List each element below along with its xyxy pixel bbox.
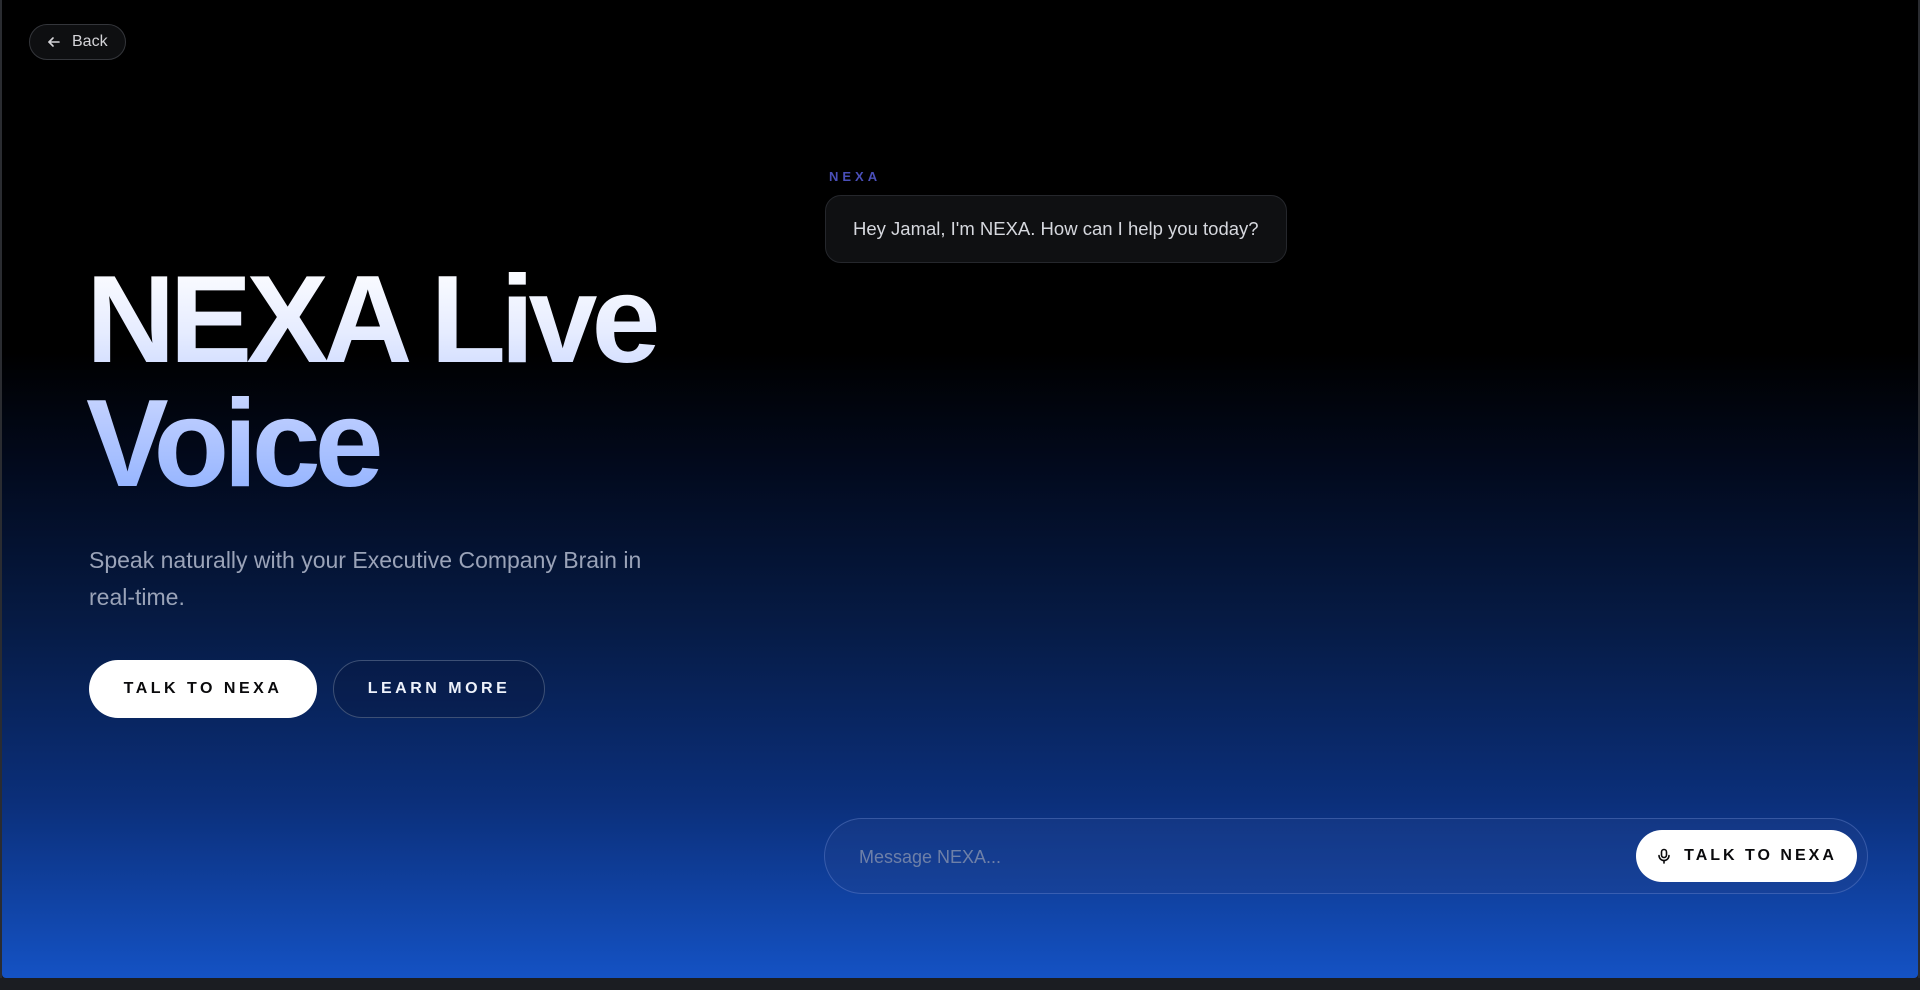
arrow-left-icon <box>46 34 62 50</box>
back-button[interactable]: Back <box>29 24 126 60</box>
hero-title-line1: NEXA Live <box>86 251 655 389</box>
microphone-icon <box>1656 848 1672 864</box>
chat-sender-label: NEXA <box>829 169 882 184</box>
hero-subtitle: Speak naturally with your Executive Comp… <box>89 547 642 610</box>
talk-to-nexa-button[interactable]: TALK TO NEXA <box>89 660 317 718</box>
back-label: Back <box>72 33 108 50</box>
message-input[interactable] <box>857 837 1621 877</box>
composer-talk-button[interactable]: TALK TO NEXA <box>1636 830 1857 882</box>
hero-title-line2: Voice <box>86 375 378 513</box>
composer-talk-label: TALK TO NEXA <box>1684 847 1837 864</box>
message-composer: TALK TO NEXA <box>824 818 1868 894</box>
window-bottom-bar <box>0 978 1920 990</box>
hero-title: NEXA Live Voice <box>86 258 726 506</box>
learn-more-button[interactable]: LEARN MORE <box>333 660 545 718</box>
app-window: Back NEXA Live Voice Speak naturally wit… <box>2 0 1918 978</box>
chat-message-text: Hey Jamal, I'm NEXA. How can I help you … <box>853 218 1259 239</box>
chat-message-bubble: Hey Jamal, I'm NEXA. How can I help you … <box>825 195 1287 263</box>
